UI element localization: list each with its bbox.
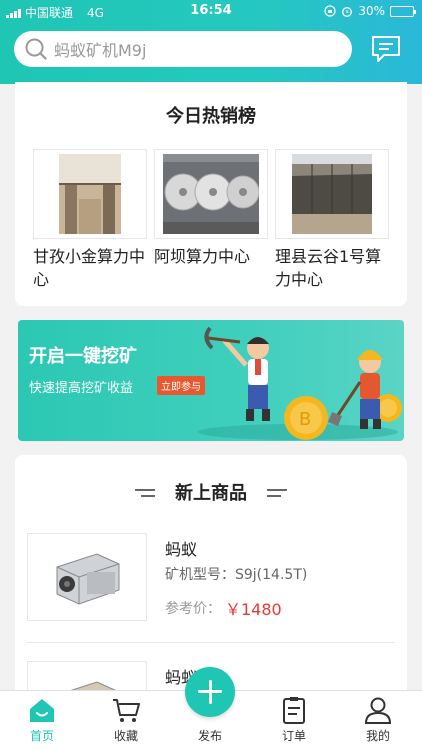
product-divider <box>27 642 395 643</box>
miner-illustration: B <box>198 326 402 440</box>
app-header: 中国联通 4G 16:54 30% 蚂蚁矿机M9j <box>0 0 422 84</box>
tab-favorites[interactable]: 收藏 <box>96 691 156 750</box>
alarm-icon <box>342 7 353 17</box>
hot-item[interactable]: 理县云谷1号算力中心 <box>275 149 389 291</box>
title-decoration <box>267 489 287 497</box>
clipboard-icon <box>283 697 305 724</box>
product-image <box>27 533 147 621</box>
battery-icon <box>390 5 416 17</box>
search-icon <box>25 38 47 60</box>
home-icon <box>30 699 54 722</box>
hot-item-name: 阿坝算力中心 <box>154 247 251 266</box>
user-icon <box>364 697 392 724</box>
hot-item-image <box>275 149 389 239</box>
banner-title: 开启一键挖矿 <box>29 346 137 367</box>
search-input[interactable]: 蚂蚁矿机M9j <box>14 31 352 67</box>
product-name: 蚂蚁 <box>165 540 198 559</box>
tab-home[interactable]: 首页 <box>12 691 72 750</box>
svg-text:B: B <box>299 409 311 430</box>
hot-list-card: 今日热销榜 甘孜小金算力中心 阿坝算力中心 理县云谷1号算力中心 <box>15 82 407 306</box>
tab-label: 首页 <box>29 729 54 743</box>
price-label: 参考价： <box>165 601 221 617</box>
plus-icon-stem <box>208 680 212 704</box>
tab-label: 我的 <box>365 729 390 743</box>
new-goods-card: 新上商品 蚂蚁 矿机型号：S9j(14.5T) 参考价： ￥1480 蚂蚁 <box>15 455 407 695</box>
lock-rotation-icon <box>324 5 336 17</box>
tab-label: 收藏 <box>113 729 138 743</box>
mining-banner[interactable]: 开启一键挖矿 快速提高挖矿收益 立即参与 B <box>18 320 404 441</box>
hot-item-name: 甘孜小金算力中心 <box>33 247 146 289</box>
message-icon[interactable] <box>370 34 402 64</box>
hot-item-name: 理县云谷1号算力中心 <box>275 247 382 289</box>
product-price: ￥1480 <box>225 600 282 619</box>
status-bar: 中国联通 4G 16:54 30% <box>0 0 422 22</box>
tab-orders[interactable]: 订单 <box>264 691 324 750</box>
battery-percent: 30% <box>358 4 385 18</box>
product-model: 矿机型号：S9j(14.5T) <box>165 567 308 583</box>
tab-me[interactable]: 我的 <box>348 691 408 750</box>
cart-icon <box>113 699 140 722</box>
publish-button[interactable] <box>185 667 235 717</box>
hot-item-image <box>154 149 268 239</box>
hot-list-title: 今日热销榜 <box>166 106 256 127</box>
hot-item[interactable]: 阿坝算力中心 <box>154 149 268 268</box>
hot-item[interactable]: 甘孜小金算力中心 <box>33 149 147 291</box>
tab-label: 发布 <box>197 729 222 743</box>
tab-label: 订单 <box>281 729 306 743</box>
new-goods-title: 新上商品 <box>175 483 247 504</box>
hot-item-image <box>33 149 147 239</box>
banner-subtitle: 快速提高挖矿收益 <box>29 381 134 396</box>
search-placeholder: 蚂蚁矿机M9j <box>54 41 147 60</box>
product-item[interactable]: 蚂蚁 矿机型号：S9j(14.5T) 参考价： ￥1480 <box>27 533 397 643</box>
